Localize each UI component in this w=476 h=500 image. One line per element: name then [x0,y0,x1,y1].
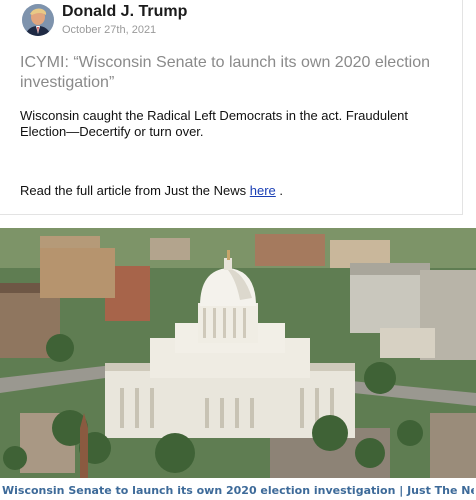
post-body: Wisconsin caught the Radical Left Democr… [20,108,409,139]
author-name[interactable]: Donald J. Trump [62,3,187,21]
post-card: Donald J. Trump October 27th, 2021 ICYMI… [0,0,476,224]
read-more-prefix: Read the full article from Just the News [20,183,250,198]
article-preview-image[interactable] [0,228,476,478]
post-headline: ICYMI: “Wisconsin Senate to launch its o… [20,54,430,91]
avatar-portrait-icon [22,4,54,36]
post-content-box: Donald J. Trump October 27th, 2021 ICYMI… [0,0,463,215]
article-link[interactable]: here [250,183,276,198]
read-more-suffix: . [275,183,284,198]
wisconsin-capitol-aerial-icon [0,228,476,478]
article-caption-link[interactable]: Wisconsin Senate to launch its own 2020 … [2,484,474,497]
read-more-line: Read the full article from Just the News… [20,183,283,198]
author-avatar[interactable] [22,4,54,36]
post-date: October 27th, 2021 [62,24,157,36]
